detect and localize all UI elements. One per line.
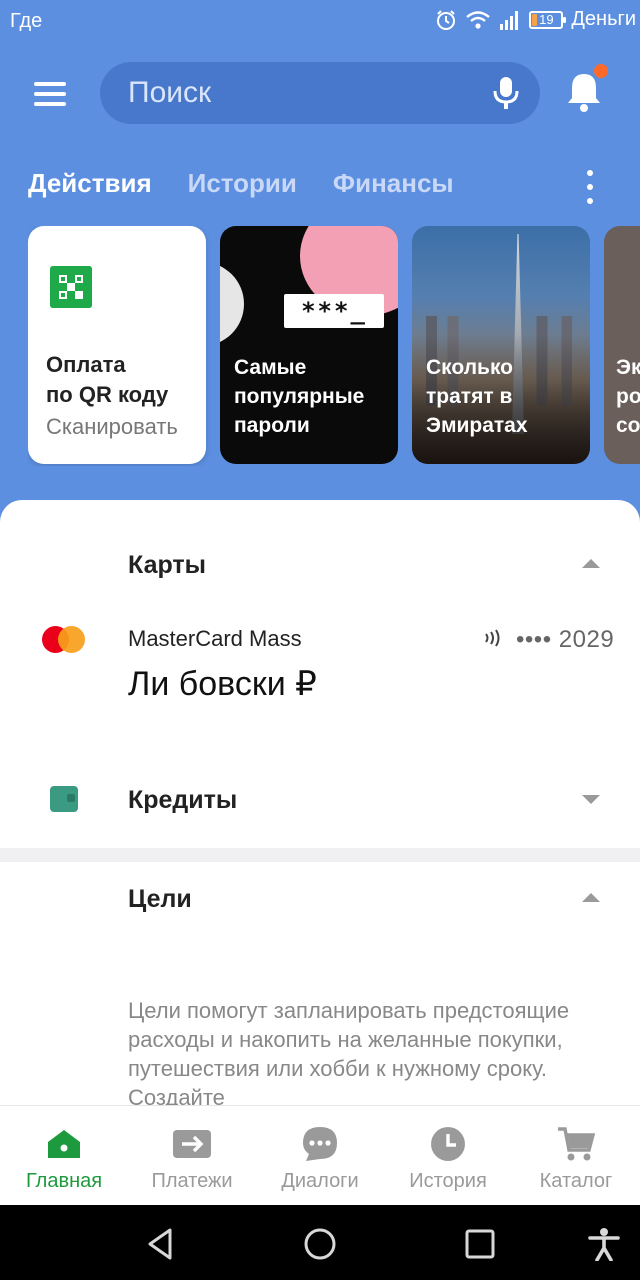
- nav-catalog[interactable]: Каталог: [512, 1106, 640, 1206]
- status-bar: Где 19 Деньги: [0, 0, 640, 44]
- header-area: Где 19 Деньги Поиск Действия Истории Фин…: [0, 0, 640, 540]
- nav-payments[interactable]: Платежи: [128, 1106, 256, 1206]
- menu-icon[interactable]: [28, 78, 72, 110]
- accessibility-icon[interactable]: [587, 1227, 621, 1261]
- tab-finance[interactable]: Финансы: [333, 168, 454, 199]
- password-badge: ***_: [284, 294, 384, 328]
- chevron-up-icon[interactable]: [582, 559, 600, 568]
- search-bar[interactable]: [100, 62, 540, 124]
- credits-section-title[interactable]: Кредиты: [128, 786, 237, 815]
- cart-icon: [558, 1127, 596, 1161]
- clock-icon: [431, 1127, 465, 1161]
- qr-code-icon: [50, 266, 92, 308]
- story-emirates[interactable]: Сколько тратят в Эмиратах: [412, 226, 590, 464]
- card-balance[interactable]: Ли бовски ₽: [128, 664, 317, 704]
- notifications-button[interactable]: [564, 64, 608, 114]
- story-partial-title: Эк ро со: [616, 356, 640, 437]
- cards-section-title[interactable]: Карты: [128, 551, 206, 580]
- top-tabs: Действия Истории Финансы: [28, 168, 454, 199]
- goals-description: Цели помогут запланировать предстоящие р…: [128, 998, 570, 1106]
- card-number: •••• 2029: [516, 626, 615, 653]
- status-right-text: Деньги: [571, 8, 636, 30]
- story-qr-title: Оплата по QR коду: [46, 352, 169, 407]
- microphone-icon[interactable]: [492, 76, 520, 110]
- alarm-icon: [437, 9, 456, 30]
- recent-apps-icon[interactable]: [463, 1227, 497, 1261]
- stories-carousel[interactable]: Оплата по QR коду Сканировать ***_ Самые…: [28, 226, 640, 466]
- wifi-icon: [466, 10, 491, 29]
- status-left-text: Где: [10, 10, 43, 32]
- section-divider: [0, 848, 640, 862]
- battery-indicator: 19: [529, 10, 567, 29]
- story-passwords[interactable]: ***_ Самые популярные пароли: [220, 226, 398, 464]
- card-name[interactable]: MasterCard Mass: [128, 626, 302, 652]
- transfer-icon: [173, 1130, 211, 1158]
- home-circle-icon[interactable]: [303, 1227, 337, 1261]
- search-input[interactable]: [128, 62, 468, 124]
- nav-home[interactable]: Главная: [0, 1106, 128, 1206]
- story-qr-subtitle: Сканировать: [46, 414, 178, 439]
- bottom-navigation: Главная Платежи Диалоги История Каталог: [0, 1105, 640, 1205]
- story-emirates-title: Сколько тратят в Эмиратах: [426, 356, 528, 437]
- home-icon: [48, 1130, 80, 1158]
- system-navigation-bar: [0, 1205, 640, 1280]
- chat-icon: [303, 1127, 337, 1161]
- goals-section-title[interactable]: Цели: [128, 885, 192, 914]
- nav-dialogs[interactable]: Диалоги: [256, 1106, 384, 1206]
- story-passwords-title: Самые популярные пароли: [234, 356, 365, 437]
- nav-history[interactable]: История: [384, 1106, 512, 1206]
- signal-icon: [500, 10, 519, 30]
- back-icon[interactable]: [144, 1227, 178, 1261]
- wallet-icon: [50, 786, 78, 812]
- notification-badge: [594, 64, 608, 78]
- mastercard-icon: [42, 626, 88, 654]
- contactless-icon: [485, 629, 500, 647]
- tab-stories[interactable]: Истории: [188, 168, 297, 199]
- tab-actions[interactable]: Действия: [28, 168, 152, 199]
- chevron-down-icon[interactable]: [582, 795, 600, 804]
- story-partial[interactable]: Эк ро со: [604, 226, 640, 464]
- story-qr-payment[interactable]: Оплата по QR коду Сканировать: [28, 226, 206, 464]
- more-options-icon[interactable]: [582, 170, 598, 204]
- chevron-up-icon[interactable]: [582, 893, 600, 902]
